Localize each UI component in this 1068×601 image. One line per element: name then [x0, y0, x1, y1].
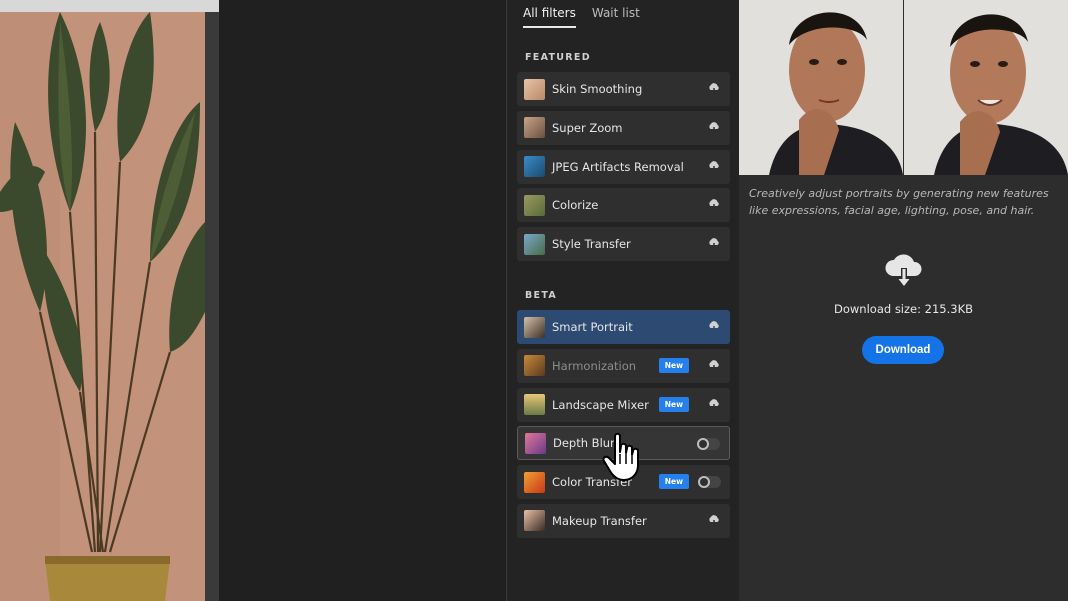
filter-label: Landscape Mixer: [552, 397, 649, 412]
filter-harmonization[interactable]: Harmonization New: [517, 348, 730, 383]
makeup-transfer-thumbnail: [524, 510, 545, 532]
cloud-download-icon[interactable]: [707, 359, 721, 372]
featured-filter-list: Skin Smoothing Super Zoom JPEG Artifacts…: [517, 72, 730, 266]
super-zoom-thumbnail: [524, 117, 545, 139]
filter-description: Creatively adjust portraits by generatin…: [749, 187, 1049, 217]
filter-label: Smart Portrait: [552, 320, 633, 334]
cloud-download-icon[interactable]: [707, 160, 721, 173]
filter-label: Makeup Transfer: [552, 513, 647, 528]
toggle-knob: [697, 438, 709, 451]
filter-style-transfer[interactable]: Style Transfer: [517, 227, 730, 262]
app-window: All filters Wait list FEATURED Skin Smoo…: [0, 0, 1068, 601]
color-transfer-toggle[interactable]: [698, 476, 721, 489]
document-canvas[interactable]: [0, 0, 219, 601]
cloud-download-icon[interactable]: [707, 238, 721, 251]
tab-wait-list[interactable]: Wait list: [592, 6, 640, 28]
filter-label: Super Zoom: [552, 120, 623, 135]
plant-illustration: [0, 12, 205, 601]
filter-jpeg-artifacts-removal[interactable]: JPEG Artifacts Removal: [517, 149, 730, 184]
canvas-gutter: [205, 12, 219, 601]
filter-landscape-mixer[interactable]: Landscape Mixer New: [517, 387, 730, 422]
filter-skin-smoothing[interactable]: Skin Smoothing: [517, 72, 730, 106]
portrait-after-illustration: [904, 0, 1068, 175]
portrait-before-illustration: [739, 0, 903, 175]
cloud-download-icon[interactable]: [707, 199, 721, 212]
download-button[interactable]: Download: [862, 336, 944, 364]
download-size-label: Download size: 215.3KB: [834, 302, 973, 316]
cloud-download-icon[interactable]: [707, 398, 721, 411]
hand-pointer-icon: [602, 432, 639, 481]
filter-label: JPEG Artifacts Removal: [552, 159, 684, 174]
filter-label: Skin Smoothing: [552, 82, 643, 96]
new-badge: New: [658, 474, 689, 490]
filter-detail-panel: Creatively adjust portraits by generatin…: [739, 0, 1068, 601]
portrait-before-image: [739, 0, 903, 175]
smart-portrait-thumbnail: [524, 316, 545, 338]
canvas-top-strip: [0, 0, 219, 12]
skin-smoothing-thumbnail: [524, 78, 545, 100]
tab-all-filters[interactable]: All filters: [523, 6, 576, 28]
color-transfer-thumbnail: [524, 471, 545, 493]
depth-blur-toggle[interactable]: [697, 438, 720, 451]
section-beta-heading: BETA: [525, 290, 558, 301]
harmonization-thumbnail: [524, 355, 545, 377]
filter-label: Style Transfer: [552, 237, 631, 252]
new-badge: New: [658, 357, 689, 373]
portrait-after-image: [904, 0, 1068, 175]
new-badge: New: [658, 396, 689, 412]
filter-label: Harmonization: [552, 358, 637, 373]
section-featured-heading: FEATURED: [525, 52, 591, 63]
workspace-area: [219, 0, 506, 601]
filter-super-zoom[interactable]: Super Zoom: [517, 110, 730, 145]
cloud-download-icon[interactable]: [707, 515, 721, 527]
cloud-download-icon[interactable]: [707, 321, 721, 333]
landscape-mixer-thumbnail: [524, 394, 545, 416]
cloud-download-icon[interactable]: [707, 121, 721, 134]
beta-filter-list: Smart Portrait Harmonization New Landsca…: [517, 310, 730, 543]
filter-label: Colorize: [552, 198, 599, 213]
filter-tabs: All filters Wait list: [523, 6, 640, 28]
toggle-knob: [698, 476, 710, 489]
neural-filters-panel: All filters Wait list FEATURED Skin Smoo…: [506, 0, 739, 601]
filter-colorize[interactable]: Colorize: [517, 188, 730, 223]
jpeg-artifacts-thumbnail: [524, 156, 545, 178]
cloud-download-icon: [885, 254, 922, 288]
depth-blur-thumbnail: [525, 432, 546, 454]
filter-makeup-transfer[interactable]: Makeup Transfer: [517, 503, 730, 538]
filter-smart-portrait[interactable]: Smart Portrait: [517, 310, 730, 344]
colorize-thumbnail: [524, 194, 545, 216]
cloud-download-icon[interactable]: [707, 83, 721, 95]
style-transfer-thumbnail: [524, 233, 545, 255]
plant-photo: [0, 12, 205, 601]
